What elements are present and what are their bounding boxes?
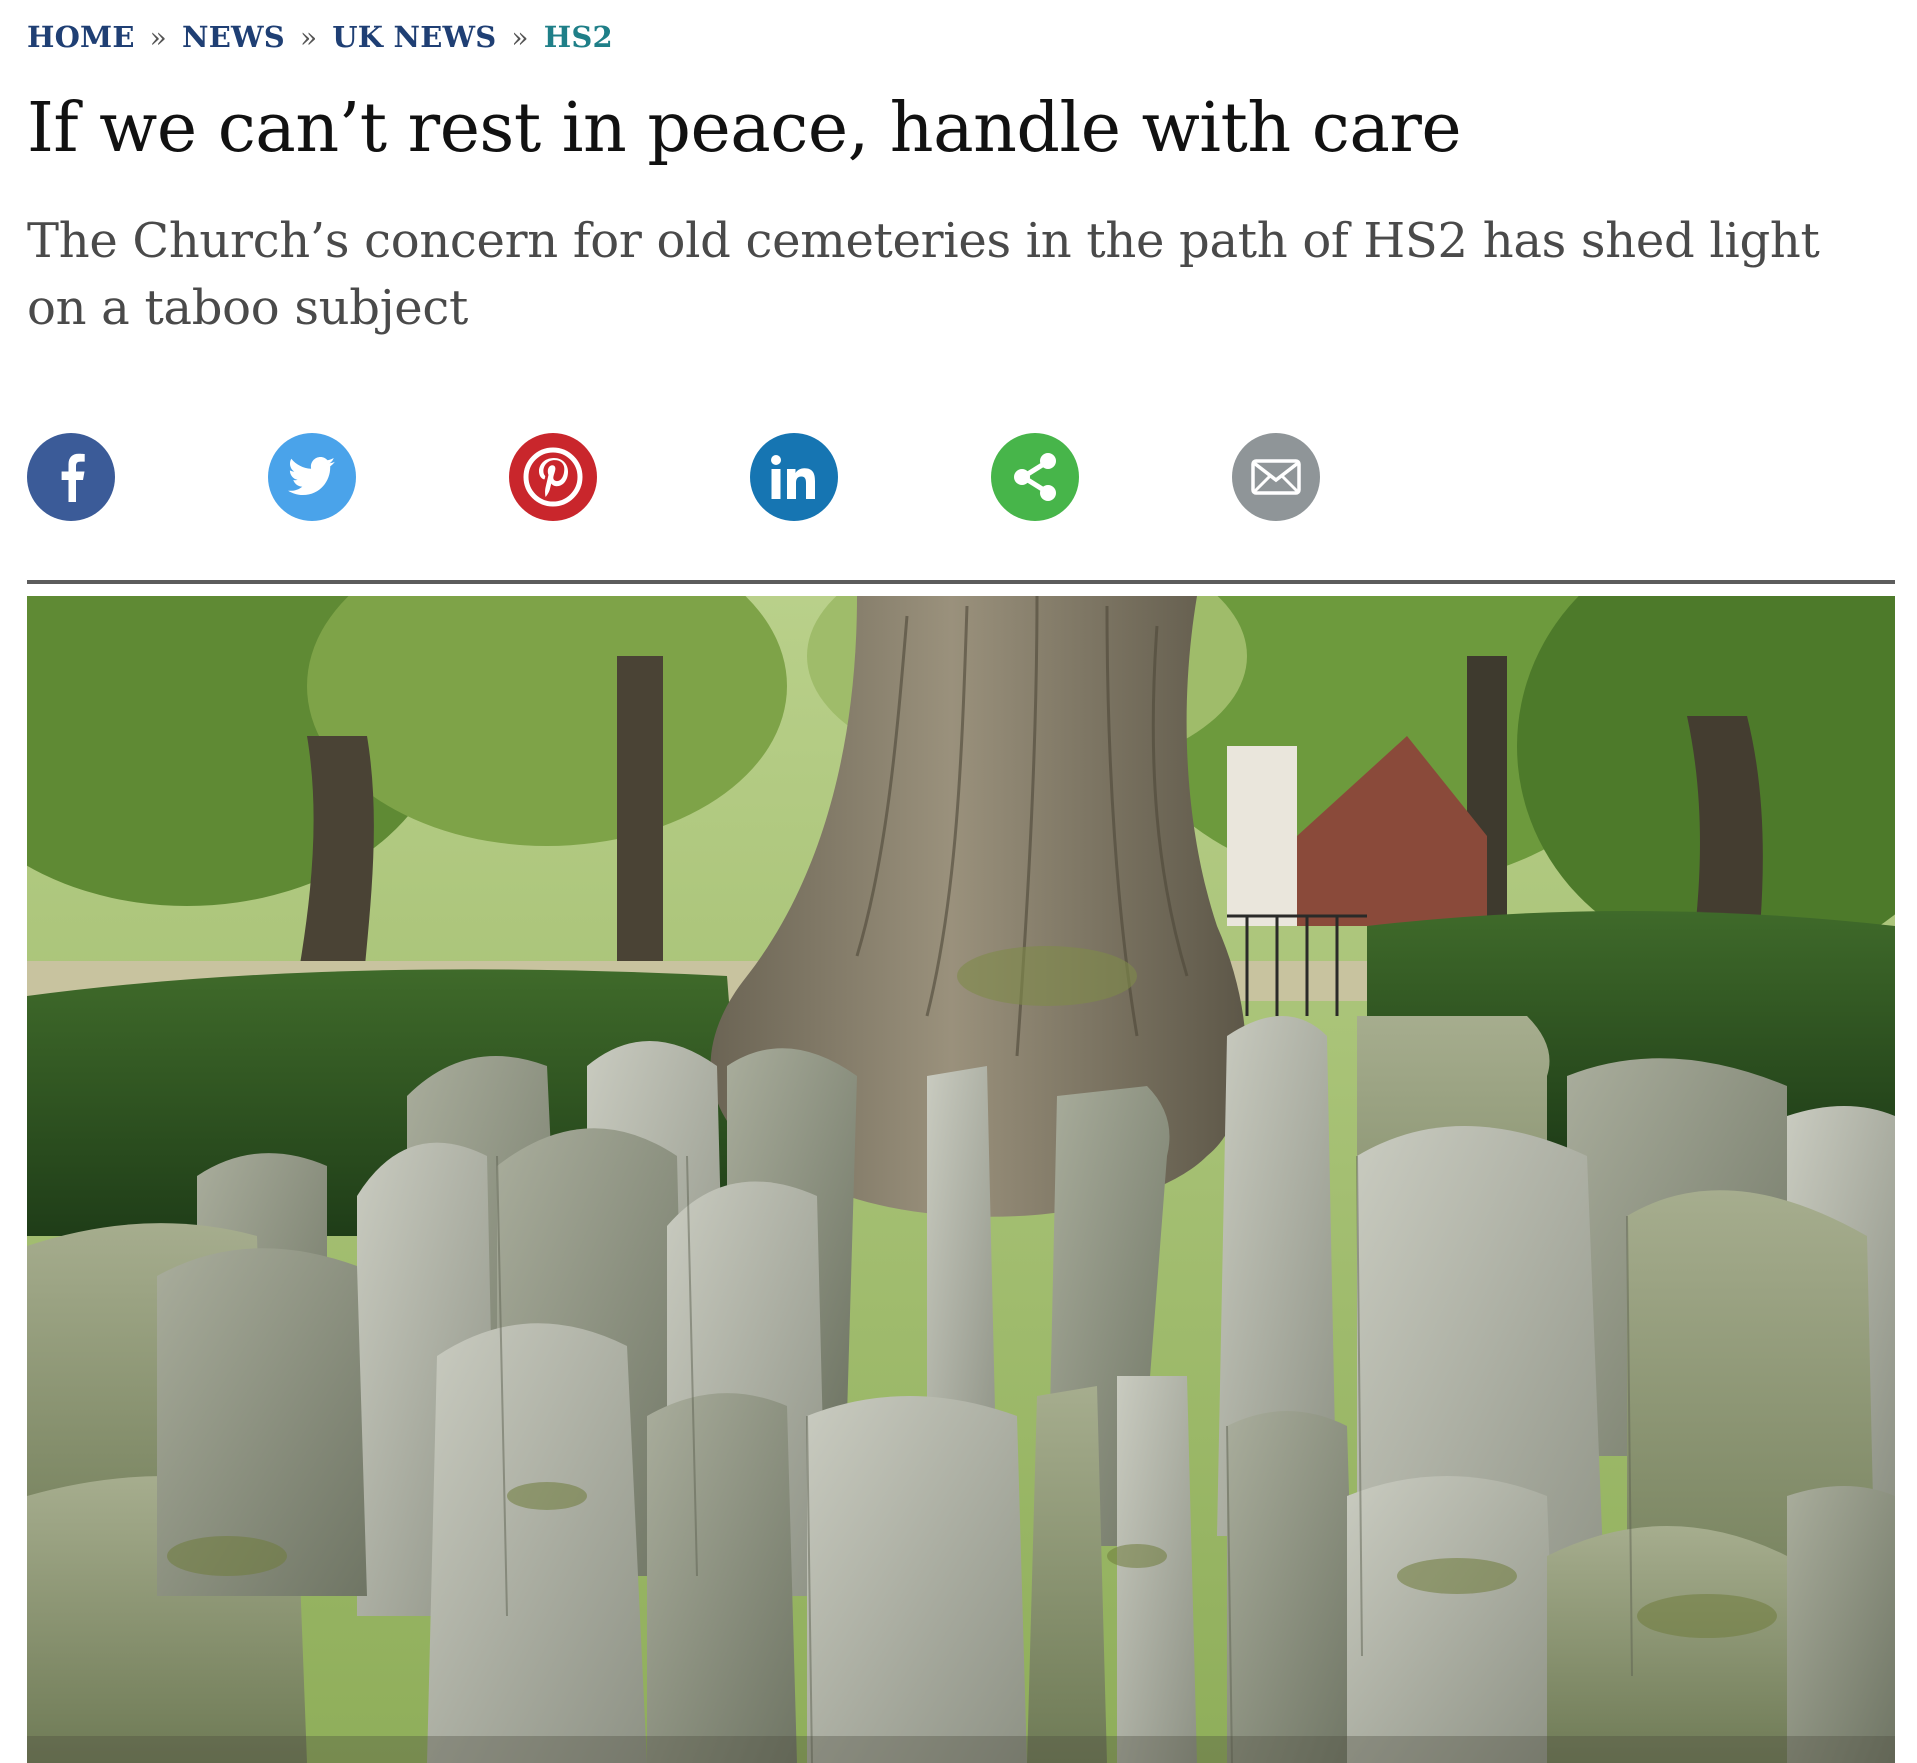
email-icon (1251, 459, 1301, 495)
section-divider (27, 580, 1895, 584)
article-headline: If we can’t rest in peace, handle with c… (27, 89, 1462, 168)
linkedin-icon (771, 455, 815, 499)
breadcrumb: HOME » NEWS » UK NEWS » HS2 (27, 20, 613, 54)
share-bar (27, 433, 1427, 521)
breadcrumb-uk-news-link[interactable]: UK NEWS (332, 20, 496, 54)
breadcrumb-hs2-link[interactable]: HS2 (544, 20, 613, 54)
pinterest-icon (523, 447, 583, 507)
email-share-button[interactable] (1232, 433, 1320, 521)
article-hero-image (27, 596, 1895, 1763)
breadcrumb-separator: » (149, 20, 168, 54)
breadcrumb-separator: » (299, 20, 318, 54)
share-icon (1014, 453, 1056, 501)
breadcrumb-home-link[interactable]: HOME (27, 20, 135, 54)
generic-share-button[interactable] (991, 433, 1079, 521)
twitter-share-button[interactable] (268, 433, 356, 521)
breadcrumb-separator: » (511, 20, 529, 54)
gravestones-tree-photo (27, 596, 1895, 1763)
twitter-icon (288, 457, 335, 495)
linkedin-share-button[interactable] (750, 433, 838, 521)
pinterest-share-button[interactable] (509, 433, 597, 521)
article-standfirst: The Church’s concern for old cemeteries … (27, 213, 1820, 336)
facebook-share-button[interactable] (27, 433, 115, 521)
breadcrumb-news-link[interactable]: NEWS (182, 20, 285, 54)
facebook-icon (61, 453, 85, 502)
